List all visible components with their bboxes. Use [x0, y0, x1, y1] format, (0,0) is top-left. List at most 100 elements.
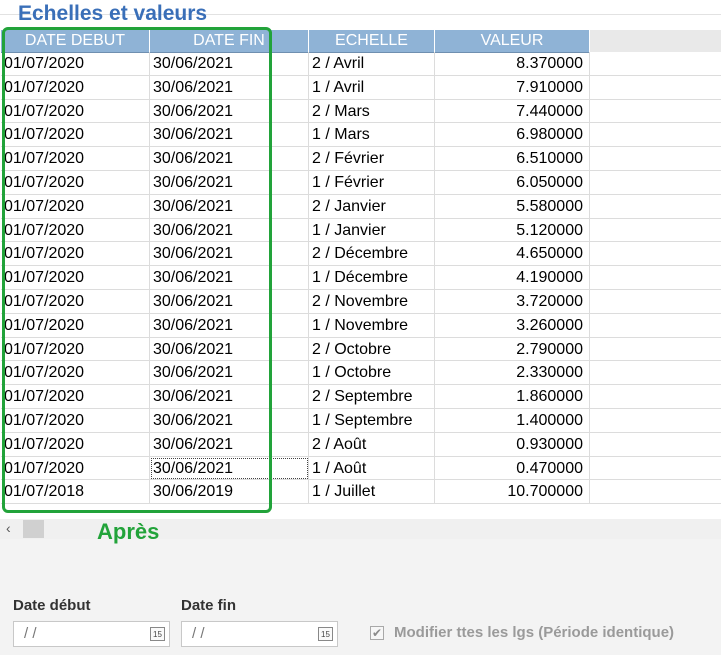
- calendar-icon[interactable]: 15: [150, 627, 165, 641]
- cell-valeur[interactable]: 0.930000: [435, 432, 590, 457]
- cell-date-fin[interactable]: 30/06/2021: [150, 408, 309, 433]
- table-row[interactable]: 01/07/2018 30/06/2019 1 / Juillet 10.700000: [1, 480, 721, 505]
- cell-date-fin[interactable]: 30/06/2021: [150, 218, 309, 243]
- table-row[interactable]: 01/07/2020 30/06/2021 2 / Avril 8.370000: [1, 52, 721, 76]
- table-row[interactable]: 01/07/2020 30/06/2021 1 / Août 0.470000: [1, 456, 721, 481]
- table-row[interactable]: 01/07/2020 30/06/2021 2 / Décembre 4.650000: [1, 242, 721, 267]
- table-row[interactable]: 01/07/2020 30/06/2021 2 / Février 6.510000: [1, 147, 721, 171]
- cell-echelle[interactable]: 1 / Février: [309, 170, 435, 195]
- table-row[interactable]: 01/07/2020 30/06/2021 1 / Mars 6.980000: [1, 123, 721, 148]
- cell-echelle[interactable]: 2 / Février: [309, 147, 435, 171]
- cell-echelle[interactable]: 2 / Octobre: [309, 337, 435, 362]
- scrollbar-thumb[interactable]: [23, 520, 44, 538]
- table-row[interactable]: 01/07/2020 30/06/2021 2 / Octobre 2.790000: [1, 337, 721, 362]
- cell-date-fin[interactable]: 30/06/2019: [150, 480, 309, 505]
- cell-date-debut[interactable]: 01/07/2020: [1, 218, 150, 243]
- cell-echelle[interactable]: 1 / Octobre: [309, 361, 435, 386]
- cell-date-fin[interactable]: 30/06/2021: [150, 194, 309, 219]
- table-row[interactable]: 01/07/2020 30/06/2021 1 / Octobre 2.330000: [1, 361, 721, 386]
- scroll-left-arrow-icon[interactable]: ‹: [6, 520, 11, 536]
- cell-valeur[interactable]: 5.120000: [435, 218, 590, 243]
- cell-valeur[interactable]: 4.650000: [435, 242, 590, 267]
- cell-date-fin[interactable]: 30/06/2021: [150, 99, 309, 124]
- cell-date-debut[interactable]: 01/07/2020: [1, 385, 150, 409]
- cell-echelle[interactable]: 1 / Novembre: [309, 313, 435, 338]
- cell-echelle[interactable]: 2 / Septembre: [309, 385, 435, 409]
- cell-valeur[interactable]: 6.980000: [435, 123, 590, 148]
- cell-date-debut[interactable]: 01/07/2020: [1, 194, 150, 219]
- column-header-date-debut[interactable]: DATE DEBUT: [1, 30, 150, 52]
- date-fin-field[interactable]: / / 15: [181, 621, 338, 647]
- cell-date-fin[interactable]: 30/06/2021: [150, 289, 309, 314]
- table-row[interactable]: 01/07/2020 30/06/2021 2 / Août 0.930000: [1, 432, 721, 457]
- cell-echelle[interactable]: 1 / Juillet: [309, 480, 435, 505]
- cell-date-fin[interactable]: 30/06/2021: [150, 52, 309, 76]
- cell-date-debut[interactable]: 01/07/2020: [1, 361, 150, 386]
- cell-date-debut[interactable]: 01/07/2020: [1, 337, 150, 362]
- cell-valeur[interactable]: 3.720000: [435, 289, 590, 314]
- cell-date-fin[interactable]: 30/06/2021: [150, 385, 309, 409]
- cell-valeur[interactable]: 2.330000: [435, 361, 590, 386]
- table-row[interactable]: 01/07/2020 30/06/2021 1 / Janvier 5.120000: [1, 218, 721, 243]
- cell-valeur[interactable]: 4.190000: [435, 266, 590, 290]
- table-row[interactable]: 01/07/2020 30/06/2021 1 / Avril 7.910000: [1, 75, 721, 100]
- cell-date-fin[interactable]: 30/06/2021: [150, 242, 309, 267]
- date-debut-field[interactable]: / / 15: [13, 621, 170, 647]
- cell-echelle[interactable]: 1 / Avril: [309, 75, 435, 100]
- cell-date-fin[interactable]: 30/06/2021: [150, 313, 309, 338]
- cell-date-debut[interactable]: 01/07/2020: [1, 289, 150, 314]
- cell-valeur[interactable]: 2.790000: [435, 337, 590, 362]
- cell-date-debut[interactable]: 01/07/2020: [1, 52, 150, 76]
- cell-echelle[interactable]: 2 / Décembre: [309, 242, 435, 267]
- cell-valeur[interactable]: 10.700000: [435, 480, 590, 505]
- cell-echelle[interactable]: 2 / Janvier: [309, 194, 435, 219]
- calendar-icon[interactable]: 15: [318, 627, 333, 641]
- cell-date-fin[interactable]: 30/06/2021: [150, 361, 309, 386]
- table-row[interactable]: 01/07/2020 30/06/2021 2 / Mars 7.440000: [1, 99, 721, 124]
- cell-valeur[interactable]: 7.910000: [435, 75, 590, 100]
- cell-date-debut[interactable]: 01/07/2020: [1, 75, 150, 100]
- cell-date-fin[interactable]: 30/06/2021: [150, 432, 309, 457]
- cell-echelle[interactable]: 2 / Mars: [309, 99, 435, 124]
- modify-all-checkbox[interactable]: ✔: [370, 626, 384, 640]
- table-row[interactable]: 01/07/2020 30/06/2021 1 / Décembre 4.190000: [1, 266, 721, 290]
- cell-echelle[interactable]: 1 / Mars: [309, 123, 435, 148]
- cell-date-fin[interactable]: 30/06/2021: [150, 456, 309, 481]
- column-header-date-fin[interactable]: DATE FIN: [150, 30, 309, 52]
- table-row[interactable]: 01/07/2020 30/06/2021 1 / Novembre 3.260000: [1, 313, 721, 338]
- cell-valeur[interactable]: 6.510000: [435, 147, 590, 171]
- cell-date-debut[interactable]: 01/07/2020: [1, 266, 150, 290]
- cell-date-debut[interactable]: 01/07/2020: [1, 313, 150, 338]
- cell-valeur[interactable]: 7.440000: [435, 99, 590, 124]
- table-row[interactable]: 01/07/2020 30/06/2021 1 / Février 6.050000: [1, 170, 721, 195]
- table-row[interactable]: 01/07/2020 30/06/2021 2 / Janvier 5.580000: [1, 194, 721, 219]
- cell-echelle[interactable]: 1 / Août: [309, 456, 435, 481]
- cell-date-fin[interactable]: 30/06/2021: [150, 147, 309, 171]
- cell-valeur[interactable]: 5.580000: [435, 194, 590, 219]
- cell-date-debut[interactable]: 01/07/2020: [1, 242, 150, 267]
- cell-date-fin[interactable]: 30/06/2021: [150, 337, 309, 362]
- cell-date-fin[interactable]: 30/06/2021: [150, 123, 309, 148]
- cell-date-debut[interactable]: 01/07/2020: [1, 147, 150, 171]
- cell-valeur[interactable]: 1.400000: [435, 408, 590, 433]
- cell-date-fin[interactable]: 30/06/2021: [150, 266, 309, 290]
- cell-valeur[interactable]: 6.050000: [435, 170, 590, 195]
- column-header-echelle[interactable]: ECHELLE: [309, 30, 435, 52]
- cell-date-fin[interactable]: 30/06/2021: [150, 75, 309, 100]
- cell-date-debut[interactable]: 01/07/2020: [1, 170, 150, 195]
- cell-date-debut[interactable]: 01/07/2020: [1, 432, 150, 457]
- cell-echelle[interactable]: 2 / Novembre: [309, 289, 435, 314]
- cell-echelle[interactable]: 1 / Janvier: [309, 218, 435, 243]
- table-row[interactable]: 01/07/2020 30/06/2021 1 / Septembre 1.40000…: [1, 408, 721, 433]
- cell-date-debut[interactable]: 01/07/2020: [1, 408, 150, 433]
- cell-echelle[interactable]: 2 / Août: [309, 432, 435, 457]
- column-header-valeur[interactable]: VALEUR: [435, 30, 590, 52]
- cell-date-debut[interactable]: 01/07/2020: [1, 123, 150, 148]
- cell-date-fin[interactable]: 30/06/2021: [150, 170, 309, 195]
- table-row[interactable]: 01/07/2020 30/06/2021 2 / Novembre 3.720000: [1, 289, 721, 314]
- cell-echelle[interactable]: 1 / Décembre: [309, 266, 435, 290]
- table-row[interactable]: 01/07/2020 30/06/2021 2 / Septembre 1.86000…: [1, 385, 721, 409]
- cell-date-debut[interactable]: 01/07/2020: [1, 99, 150, 124]
- cell-date-debut[interactable]: 01/07/2018: [1, 480, 150, 505]
- cell-date-debut[interactable]: 01/07/2020: [1, 456, 150, 481]
